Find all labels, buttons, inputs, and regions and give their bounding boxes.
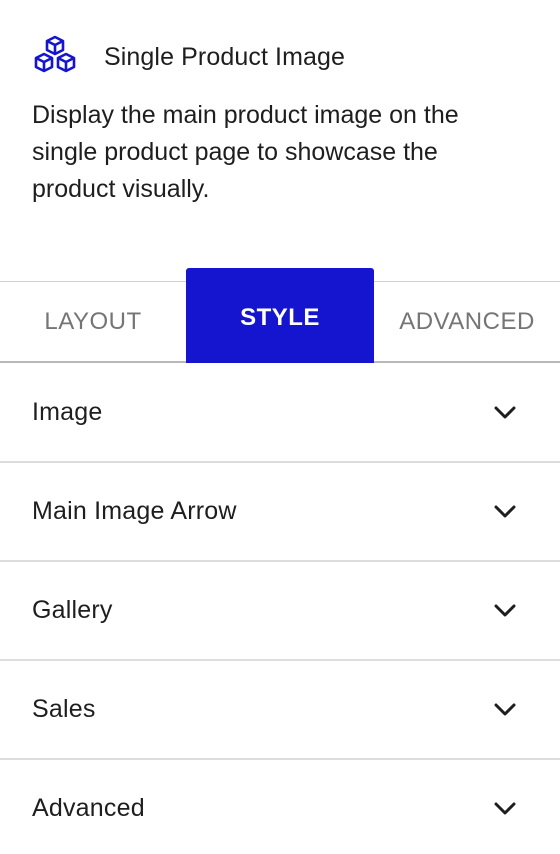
block-title: Single Product Image — [104, 43, 346, 71]
chevron-down-icon[interactable] — [494, 406, 516, 420]
section-label: Gallery — [32, 596, 113, 624]
block-card-header: Single Product Image — [32, 34, 345, 80]
tab-style[interactable]: STYLE — [186, 268, 374, 363]
inspector-tabs: LAYOUT STYLE ADVANCED — [0, 268, 560, 364]
section-label: Advanced — [32, 794, 145, 822]
tab-layout[interactable]: LAYOUT — [0, 282, 186, 361]
section-advanced[interactable]: Advanced — [0, 760, 560, 854]
section-label: Main Image Arrow — [32, 497, 237, 525]
style-sections-list: Image Main Image Arrow Gallery Sales Adv… — [0, 364, 560, 854]
section-sales[interactable]: Sales — [0, 661, 560, 760]
section-gallery[interactable]: Gallery — [0, 562, 560, 661]
chevron-down-icon[interactable] — [494, 505, 516, 519]
chevron-down-icon[interactable] — [494, 703, 516, 717]
chevron-down-icon[interactable] — [494, 802, 516, 816]
block-inspector-panel: Single Product Image Display the main pr… — [0, 0, 560, 854]
section-label: Image — [32, 398, 103, 426]
tab-advanced[interactable]: ADVANCED — [374, 282, 560, 361]
section-main-image-arrow[interactable]: Main Image Arrow — [0, 463, 560, 562]
cubes-icon — [34, 35, 76, 73]
block-description: Display the main product image on the si… — [32, 101, 459, 203]
section-image[interactable]: Image — [0, 364, 560, 463]
chevron-down-icon[interactable] — [494, 604, 516, 618]
section-label: Sales — [32, 695, 96, 723]
